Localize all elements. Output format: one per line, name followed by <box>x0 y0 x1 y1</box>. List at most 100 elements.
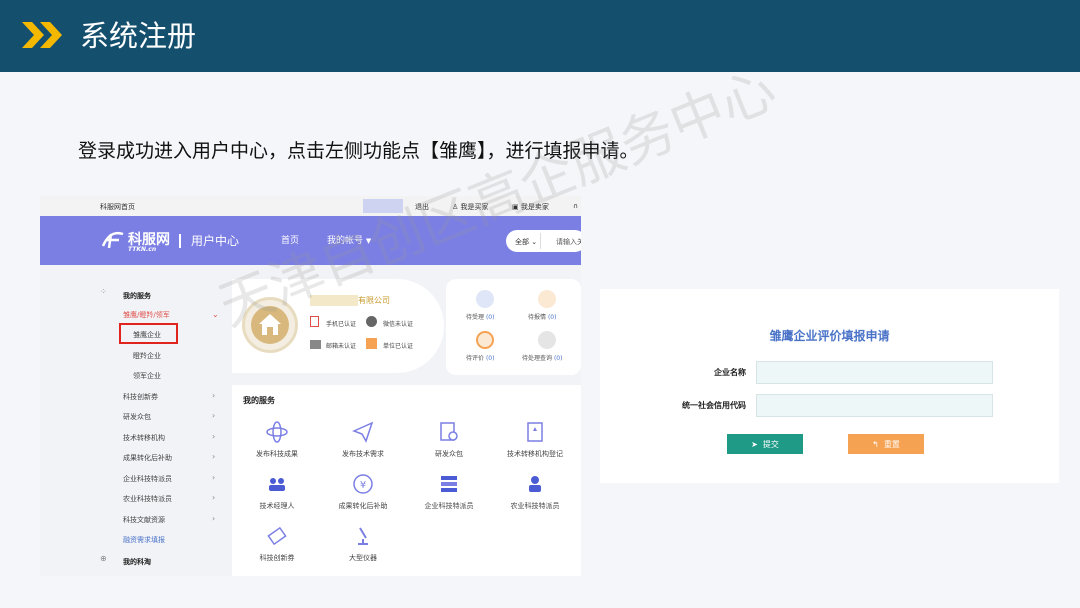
chevron-right-icon: › <box>212 452 216 461</box>
check-icon <box>476 331 494 349</box>
site-home-link[interactable]: 科服网首页 <box>100 202 135 212</box>
microscope-icon <box>358 527 368 545</box>
mail-icon <box>310 340 321 349</box>
double-chevron-icon <box>22 22 62 48</box>
user-center-title: 用户中心 <box>191 234 240 248</box>
sidebar-item-financing[interactable]: 融资需求填报 <box>123 535 165 545</box>
service-publish-achievement[interactable]: 发布科技成果 <box>236 421 318 459</box>
service-agri-envoy[interactable]: 农业科技特派员 <box>494 473 576 511</box>
phone-icon <box>310 316 319 327</box>
ticket-icon <box>267 526 287 546</box>
logo-subtext: TTKN.cn <box>128 246 157 253</box>
service-publish-demand[interactable]: 发布技术需求 <box>322 421 404 459</box>
status-pending-review[interactable]: 待评价 (0) <box>466 353 494 362</box>
sidebar-item-agri-envoy[interactable]: 农业科技特派员 <box>123 494 172 504</box>
paper-plane-icon <box>352 421 374 443</box>
search-input[interactable]: 请输入关 <box>556 237 581 247</box>
wechat-icon <box>366 316 377 327</box>
submit-button[interactable]: ➤ 提交 <box>727 434 803 454</box>
person-icon <box>529 476 541 492</box>
status-pending-report[interactable]: 待报情 (0) <box>528 312 556 321</box>
search-scope[interactable]: 全部 ⌄ <box>515 237 537 247</box>
logo-mark-icon <box>101 231 124 249</box>
house-icon <box>259 314 281 335</box>
navbar: 科服网 TTKN.cn 用户中心 首页 我的帐号 ▼ 全部 ⌄ 请输入关 <box>40 216 581 265</box>
credit-code-input[interactable] <box>756 394 993 417</box>
sidebar-item-subsidy[interactable]: 成果转化后补助 <box>123 453 172 463</box>
service-crowdsource[interactable]: 研发众包 <box>408 421 490 459</box>
service-voucher[interactable]: 科技创新券 <box>236 525 318 563</box>
company-name-blurred <box>310 295 358 306</box>
chevron-right-icon: › <box>212 493 216 502</box>
service-tech-manager[interactable]: 技术经理人 <box>236 473 318 511</box>
cart-icon: ⊕ <box>100 554 107 563</box>
slide-header: 系统注册 <box>0 0 1080 72</box>
nav-account[interactable]: 我的帐号 ▼ <box>327 233 371 246</box>
service-subsidy[interactable]: ¥ 成果转化后补助 <box>322 473 404 511</box>
badge-phone: 手机已认证 <box>326 321 357 328</box>
service-transfer-register[interactable]: 技术转移机构登记 <box>494 421 576 459</box>
document-search-icon <box>440 422 458 441</box>
atom-icon <box>266 421 288 443</box>
logout-link[interactable]: 退出 <box>415 202 429 212</box>
search-divider <box>540 233 541 249</box>
undo-icon: ↰ <box>872 439 879 449</box>
status-pending-query[interactable]: 待处理查询 (0) <box>522 353 562 362</box>
main-area: 有限公司 手机已认证 微信未认证 邮箱未认证 单位已认证 待受理 (0) 待报情… <box>232 265 581 576</box>
user-center-screenshot: 科服网首页 退出 ♙ 我是买家 ▣ 我是卖家 ∩ 科服网 TTKN.cn 用户中… <box>40 196 581 576</box>
chevron-right-icon: › <box>212 432 216 441</box>
send-icon: ➤ <box>751 439 758 449</box>
top-strip: 科服网首页 退出 ♙ 我是买家 ▣ 我是卖家 ∩ <box>40 196 581 216</box>
sidebar-item-crowdsource[interactable]: 研发众包 <box>123 412 151 422</box>
badge-email: 邮箱未认证 <box>326 343 357 350</box>
sidebar: ⁘ 我的服务 雏鹰/瞪羚/领军 ⌄ 雏鹰企业 瞪羚企业 领军企业 科技创新券 ›… <box>40 265 232 576</box>
sidebar-group-eagle[interactable]: 雏鹰/瞪羚/领军 <box>123 310 170 320</box>
badge-wechat: 微信未认证 <box>383 321 414 328</box>
service-enterprise-envoy[interactable]: 企业科技特派员 <box>408 473 490 511</box>
slide-title: 系统注册 <box>80 19 197 53</box>
company-label: 企业名称 <box>714 368 746 377</box>
chevron-down-icon: ⌄ <box>212 310 219 319</box>
status-pending-accept[interactable]: 待受理 (0) <box>466 312 494 321</box>
sidebar-item-gazelle[interactable]: 瞪羚企业 <box>133 351 161 361</box>
sidebar-section-mine[interactable]: 我的科淘 <box>123 557 151 567</box>
document-icon <box>476 290 494 308</box>
username-blurred <box>363 199 403 213</box>
coin-icon: ¥ <box>353 474 373 494</box>
certificate-icon <box>527 422 543 442</box>
chevron-right-icon: › <box>212 473 216 482</box>
form-title: 雏鹰企业评价填报申请 <box>769 329 890 343</box>
buyer-link[interactable]: ♙ 我是买家 <box>452 202 489 212</box>
people-icon <box>269 478 285 491</box>
edit-icon <box>538 290 556 308</box>
sidebar-item-voucher[interactable]: 科技创新券 <box>123 392 158 402</box>
sidebar-item-transfer[interactable]: 技术转移机构 <box>123 433 165 443</box>
nav-home[interactable]: 首页 <box>281 233 299 246</box>
sidebar-item-leader[interactable]: 领军企业 <box>133 371 161 381</box>
building-icon <box>366 338 377 349</box>
application-form: 雏鹰企业评价填报申请 企业名称 统一社会信用代码 ➤ 提交 ↰ 重置 <box>600 289 1059 483</box>
sidebar-item-literature[interactable]: 科技文献资源 <box>123 515 165 525</box>
company-name-input[interactable] <box>756 361 993 384</box>
caret-down-icon: ▼ <box>365 237 372 245</box>
sidebar-item-enterprise-envoy[interactable]: 企业科技特派员 <box>123 474 172 484</box>
services-panel: 我的服务 发布科技成果 发布技术需求 研发众包 技术转移机构登记 技术经理人 ¥… <box>232 385 581 576</box>
chevron-right-icon: › <box>212 514 216 523</box>
seller-link[interactable]: ▣ 我是卖家 <box>512 202 549 212</box>
nav-separator <box>179 234 181 248</box>
service-instruments[interactable]: 大型仪器 <box>322 525 404 563</box>
search-box[interactable]: 全部 ⌄ 请输入关 <box>506 230 581 252</box>
profile-card: 有限公司 手机已认证 微信未认证 邮箱未认证 单位已认证 <box>232 279 444 373</box>
headset-icon[interactable]: ∩ <box>573 202 578 210</box>
status-panel: 待受理 (0) 待报情 (0) 待评价 (0) 待处理查询 (0) <box>446 279 581 375</box>
grid-icon: ⁘ <box>100 287 107 296</box>
reset-button[interactable]: ↰ 重置 <box>848 434 924 454</box>
instruction-text: 登录成功进入用户中心，点击左侧功能点【雏鹰】，进行填报申请。 <box>78 140 639 162</box>
credit-code-label: 统一社会信用代码 <box>682 401 746 410</box>
chevron-right-icon: › <box>212 411 216 420</box>
chevron-down-icon: ⌄ <box>531 238 538 246</box>
clock-icon <box>538 331 556 349</box>
highlight-box <box>119 323 178 344</box>
avatar <box>242 297 298 353</box>
badge-company: 单位已认证 <box>383 343 414 350</box>
